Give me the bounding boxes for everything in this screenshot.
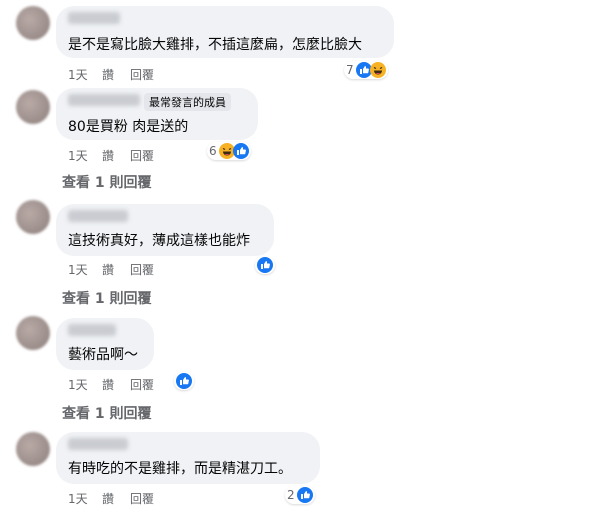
reaction-summary[interactable] (255, 256, 275, 274)
comment-bubble: 有時吃的不是雞排，而是精湛刀工。 (56, 432, 320, 484)
reply-button[interactable]: 回覆 (130, 490, 154, 507)
member-badge: 最常發言的成員 (144, 93, 231, 111)
comment-text: 有時吃的不是雞排，而是精湛刀工。 (68, 461, 292, 477)
reaction-summary[interactable]: 2 (285, 486, 315, 504)
comment-bubble: 藝術品啊～ (56, 318, 154, 370)
reaction-count: 6 (209, 144, 217, 158)
comment-text: 藝術品啊～ (68, 347, 138, 363)
comment-actions: 1天 讚 回覆 (68, 376, 154, 393)
reply-button[interactable]: 回覆 (130, 66, 154, 83)
like-button[interactable]: 讚 (102, 147, 130, 164)
like-icon (232, 143, 249, 159)
author-name[interactable] (68, 210, 128, 222)
comment-bubble: 是不是寫比臉大雞排，不插這麼扁，怎麼比臉大 (56, 6, 394, 58)
author-name[interactable] (68, 324, 116, 336)
timestamp[interactable]: 1天 (68, 66, 102, 83)
comment-text: 80是買粉 肉是送的 (68, 119, 189, 135)
reply-button[interactable]: 回覆 (130, 376, 154, 393)
view-replies-link[interactable]: 查看 1 則回覆 (62, 288, 152, 308)
reaction-count: 2 (287, 488, 295, 502)
author-name[interactable] (68, 12, 120, 24)
avatar[interactable] (16, 316, 50, 350)
comment-actions: 1天 讚 回覆 (68, 490, 154, 507)
comment-actions: 1天 讚 回覆 (68, 66, 154, 83)
timestamp[interactable]: 1天 (68, 376, 102, 393)
like-icon (257, 257, 273, 273)
reply-button[interactable]: 回覆 (130, 147, 154, 164)
like-button[interactable]: 讚 (102, 490, 130, 507)
comment-text: 是不是寫比臉大雞排，不插這麼扁，怎麼比臉大 (68, 37, 362, 53)
view-replies-link[interactable]: 查看 1 則回覆 (62, 403, 152, 423)
comment-bubble: 最常發言的成員 80是買粉 肉是送的 (56, 88, 258, 140)
avatar[interactable] (16, 6, 50, 40)
timestamp[interactable]: 1天 (68, 490, 102, 507)
reaction-count: 7 (346, 63, 354, 77)
author-name[interactable] (68, 438, 128, 450)
author-name[interactable] (68, 94, 140, 106)
like-button[interactable]: 讚 (102, 376, 130, 393)
comment-actions: 1天 讚 回覆 (68, 147, 154, 164)
comment-actions: 1天 讚 回覆 (68, 261, 154, 278)
like-button[interactable]: 讚 (102, 261, 130, 278)
timestamp[interactable]: 1天 (68, 261, 102, 278)
avatar[interactable] (16, 432, 50, 466)
avatar[interactable] (16, 90, 50, 124)
comment-text: 這技術真好，薄成這樣也能炸 (68, 233, 250, 249)
reaction-summary[interactable] (174, 372, 194, 390)
reaction-summary[interactable]: 7 (344, 61, 388, 79)
reply-button[interactable]: 回覆 (130, 261, 154, 278)
like-icon (176, 373, 192, 389)
like-button[interactable]: 讚 (102, 66, 130, 83)
timestamp[interactable]: 1天 (68, 147, 102, 164)
comment-bubble: 這技術真好，薄成這樣也能炸 (56, 204, 274, 256)
reaction-summary[interactable]: 6 (207, 142, 251, 160)
view-replies-link[interactable]: 查看 1 則回覆 (62, 172, 152, 192)
avatar[interactable] (16, 200, 50, 234)
haha-icon (369, 62, 386, 78)
like-icon (296, 487, 313, 503)
